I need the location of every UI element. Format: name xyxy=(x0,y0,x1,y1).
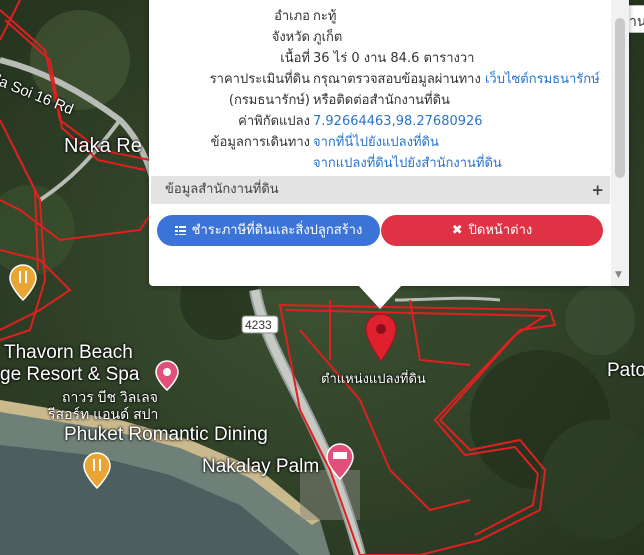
directions-to-parcel-link[interactable]: จากที่นี่ไปยังแปลงที่ดิน xyxy=(313,132,439,153)
table-icon xyxy=(174,226,186,235)
popup-pointer xyxy=(358,285,402,309)
province-label: จังหวัด xyxy=(271,30,310,45)
popup-scrollbar[interactable]: ▼ xyxy=(611,0,629,286)
appraisal-label: ราคาประเมินที่ดิน xyxy=(209,72,310,87)
area-label: เนื้อที่ xyxy=(280,51,310,66)
map-label-nakalay-palm: Nakalay Palm xyxy=(202,456,320,477)
treasury-label: (กรมธนารักษ์) xyxy=(228,93,310,108)
treasury-value: หรือติดต่อสำนักงานที่ดิน xyxy=(313,93,450,108)
road-number: 4233 xyxy=(245,318,272,332)
treasury-website-link[interactable]: เว็บไซต์กรมธนารักษ์ xyxy=(485,72,600,87)
map-label-pato: Pato xyxy=(607,360,644,381)
close-window-label: ปิดหน้าต่าง xyxy=(468,223,533,238)
scroll-thumb[interactable] xyxy=(615,18,625,178)
row-appraisal: ราคาประเมินที่ดิน กรุณาตรวจสอบข้อมูลผ่าน… xyxy=(149,69,629,90)
coordinates-label: ค่าพิกัดแปลง xyxy=(238,114,310,129)
close-icon: ✖ xyxy=(451,223,463,238)
pay-land-tax-label: ชำระภาษีที่ดินและสิ่งปลูกสร้าง xyxy=(191,223,363,238)
row-coordinates: ค่าพิกัดแปลง 7.92664463,98.27680926 xyxy=(149,111,629,132)
map-label-thavorn: Thavorn Beach xyxy=(4,342,133,363)
travel-label: ข้อมูลการเดินทาง xyxy=(210,135,310,150)
map-label-naka: Naka Re xyxy=(64,135,142,157)
coordinates-link[interactable]: 7.92664463,98.27680926 xyxy=(313,111,483,132)
district-value: กะทู้ xyxy=(313,9,337,24)
land-office-section-toggle[interactable]: ข้อมูลสำนักงานที่ดิน + xyxy=(151,176,610,204)
pay-land-tax-button[interactable]: ชำระภาษีที่ดินและสิ่งปลูกสร้าง xyxy=(157,215,380,246)
province-value: ภูเก็ต xyxy=(313,30,343,45)
map-label-thavorn-resort: ge Resort & Spa xyxy=(0,364,140,385)
row-treasury: (กรมธนารักษ์) หรือติดต่อสำนักงานที่ดิน xyxy=(149,90,629,111)
appraisal-value: กรุณาตรวจสอบข้อมูลผ่านทาง เว็บไซต์กรมธนา… xyxy=(313,69,600,90)
row-district: อำเภอ กะทู้ xyxy=(149,6,629,27)
area-value: 36 ไร่ 0 งาน 84.6 ตารางวา xyxy=(313,51,475,66)
parcel-marker-label: ตำแหน่งแปลงที่ดิน xyxy=(321,371,426,386)
row-travel-2: จากแปลงที่ดินไปยังสำนักงานที่ดิน xyxy=(149,153,629,174)
map-label-thai-resort-2: รีสอร์ท แอนด์ สปา xyxy=(48,406,159,422)
row-area: เนื้อที่ 36 ไร่ 0 งาน 84.6 ตารางวา xyxy=(149,48,629,69)
row-province: จังหวัด ภูเก็ต xyxy=(149,27,629,48)
row-travel: ข้อมูลการเดินทาง จากที่นี่ไปยังแปลงที่ดิ… xyxy=(149,132,629,153)
close-window-button[interactable]: ✖ ปิดหน้าต่าง xyxy=(381,215,603,246)
appraisal-text: กรุณาตรวจสอบข้อมูลผ่านทาง xyxy=(313,72,481,87)
district-label: อำเภอ xyxy=(274,9,310,24)
land-office-section-title: ข้อมูลสำนักงานที่ดิน xyxy=(165,182,279,197)
directions-to-office-link[interactable]: จากแปลงที่ดินไปยังสำนักงานที่ดิน xyxy=(313,153,502,174)
plus-icon[interactable]: + xyxy=(591,176,604,204)
map-label-romantic-dining: Phuket Romantic Dining xyxy=(64,424,268,445)
scroll-down-arrow-icon[interactable]: ▼ xyxy=(615,270,622,280)
parcel-info-popup: อำเภอ กะทู้ จังหวัด ภูเก็ต เนื้อที่ 36 ไ… xyxy=(149,0,629,286)
